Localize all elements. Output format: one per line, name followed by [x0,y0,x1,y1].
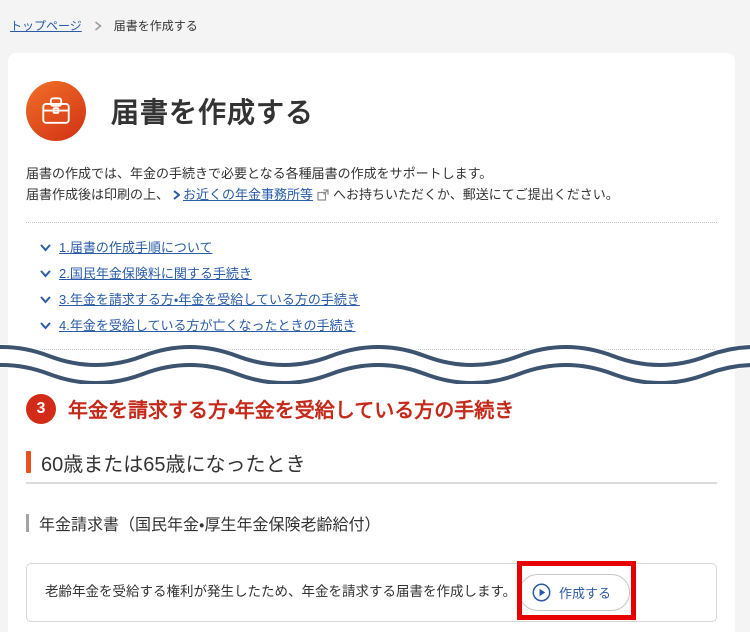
subsection-heading-wrap: 60歳または65歳になったとき [26,448,717,484]
toc-link-3[interactable]: 3.年金を請求する方・年金を受給している方の手続き [40,291,709,309]
toc-link-2[interactable]: 2.国民年金保険料に関する手続き [40,265,709,283]
heading-gray-bar [26,513,29,532]
intro-text: 届書の作成では、年金の手続きで必要となる各種届書の作成をサポートします。 届書作… [26,163,717,206]
section-3-heading: 3 年金を請求する方・年金を受給している方の手続き [26,393,717,424]
toc-link-1[interactable]: 1.届書の作成手順について [40,239,709,257]
procedure-item-row: 老齢年金を受給する権利が発生したため、年金を請求する届書を作成します。 作成する [26,560,717,622]
toc-links: 1.届書の作成手順について 2.国民年金保険料に関する手続き 3.年金を請求する… [26,221,717,350]
page-title: 届書を作成する [111,97,315,128]
section-number-badge: 3 [26,393,56,424]
chevron-right-icon [173,190,181,201]
item-description: 老齢年金を受給する権利が発生したため、年金を請求する届書を作成します。 [45,584,517,600]
heading-accent-bar [26,451,31,474]
toc-link-4[interactable]: 4.年金を受給している方が亡くなったときの手続き [40,317,709,335]
breadcrumb-current: 届書を作成する [113,19,198,33]
chevron-down-icon [40,244,51,252]
chevron-down-icon [40,270,51,278]
external-link-icon [317,189,329,202]
content-card: 届書を作成する 届書の作成では、年金の手続きで必要となる各種届書の作成をサポート… [8,53,735,632]
intro-line1: 届書の作成では、年金の手続きで必要となる各種届書の作成をサポートします。 [26,166,493,181]
page-header: 届書を作成する [26,81,717,141]
chevron-down-icon [40,296,51,304]
breadcrumb-home-link[interactable]: トップページ [10,17,82,34]
group-heading: 年金請求書（国民年金・厚生年金保険老齢給付） [26,511,717,535]
intro-line2-prefix: 届書作成後は印刷の上、 [26,187,170,203]
subsection-heading: 60歳または65歳になったとき [26,448,717,477]
breadcrumb: トップページ 届書を作成する [0,0,750,34]
briefcase-icon [26,81,86,141]
chevron-right-icon [94,20,102,31]
create-document-button[interactable]: 作成する [518,573,630,611]
play-circle-icon [532,583,551,602]
page: トップページ 届書を作成する 届書を作成する 届書の作成では、年金の手続きで必要… [0,0,750,632]
section-title: 年金を請求する方・年金を受給している方の手続き [68,400,515,423]
chevron-down-icon [40,322,51,330]
pension-office-link[interactable]: お近くの年金事務所等 [169,187,313,202]
intro-line2-suffix: へお持ちいただくか、郵送にてご提出ください。 [333,187,619,203]
